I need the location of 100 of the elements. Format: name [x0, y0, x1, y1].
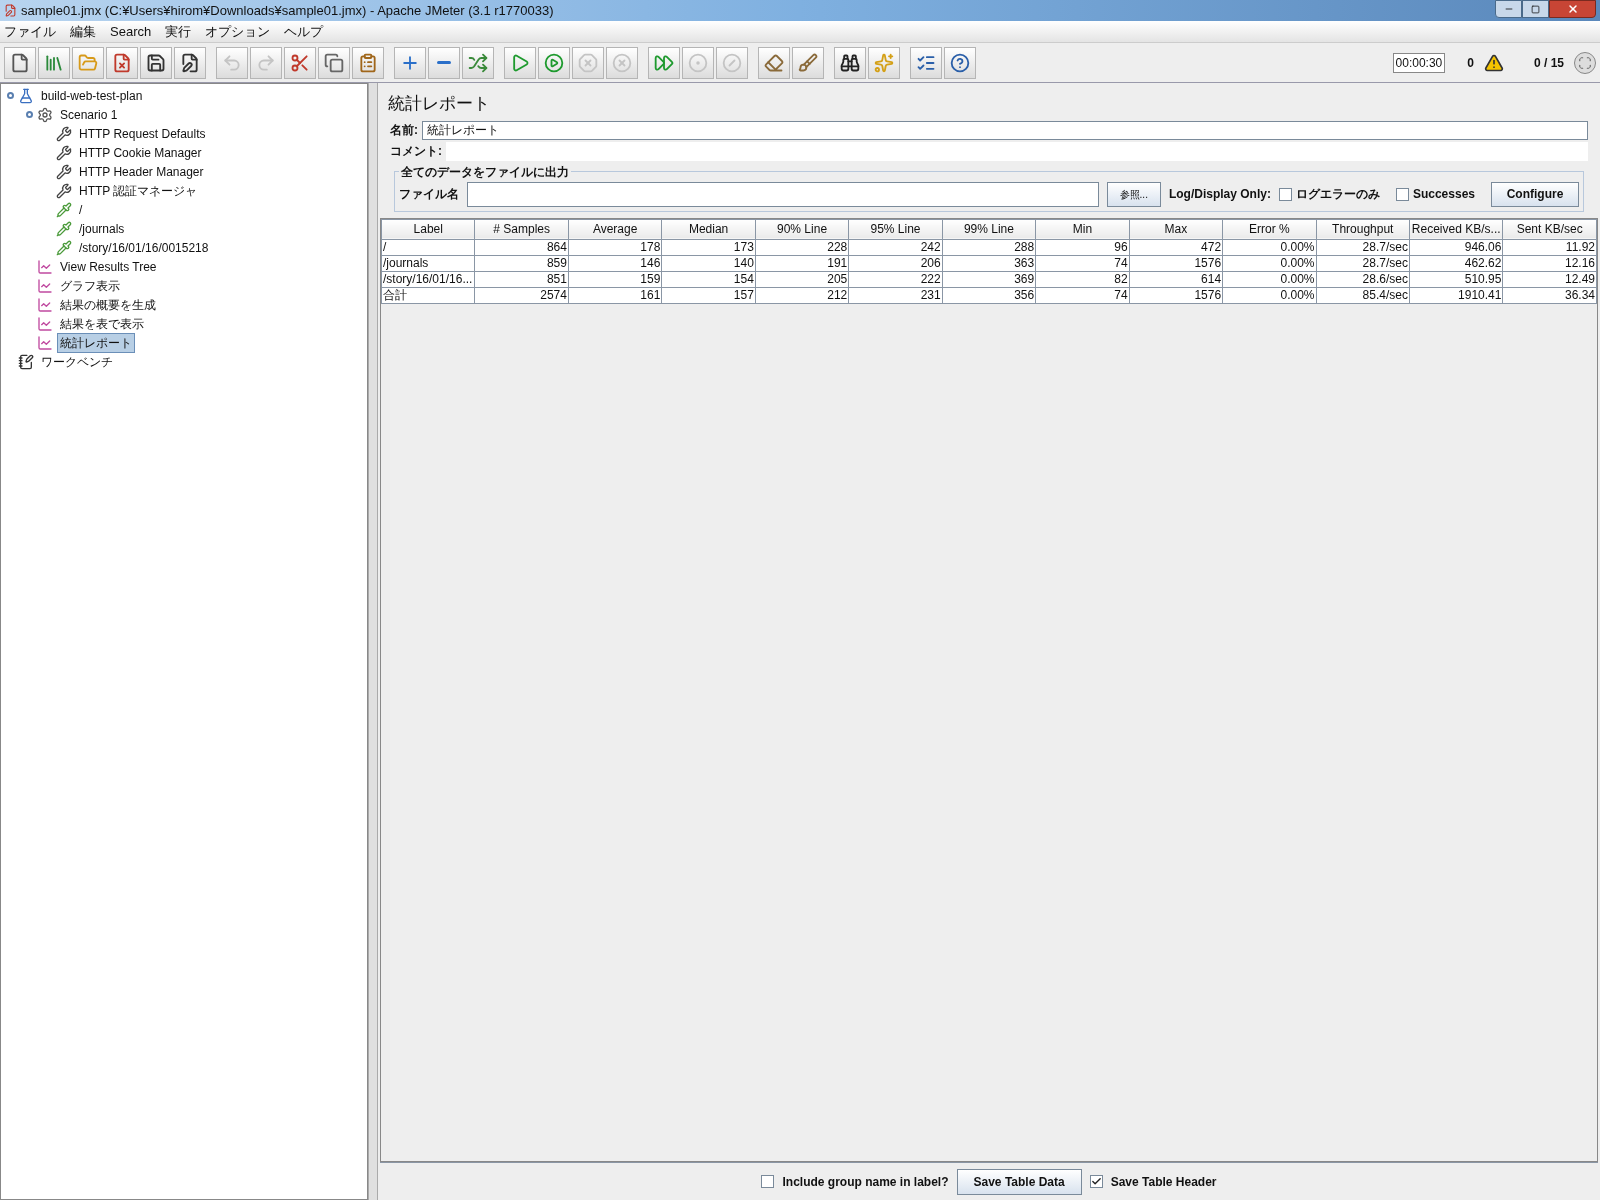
column-header[interactable]: Received KB/s... [1409, 219, 1503, 239]
toolbar-button[interactable] [834, 46, 866, 79]
timer-display: 00:00:30 [1392, 52, 1446, 73]
wrench-icon [56, 125, 72, 142]
column-header[interactable]: Min [1035, 219, 1130, 239]
checkbox[interactable] [1089, 1175, 1103, 1188]
toolbar-button[interactable] [910, 46, 942, 79]
menu-item[interactable]: ファイル [4, 21, 56, 42]
minimize-button[interactable] [1495, 0, 1522, 18]
wrench-icon [56, 144, 72, 161]
toolbar-button[interactable] [140, 46, 172, 79]
tree-item[interactable]: /story/16/01/16/0015218 [76, 237, 212, 258]
chart-icon [37, 334, 53, 351]
folder-icon [78, 52, 98, 73]
tree-item[interactable]: 結果の概要を生成 [57, 294, 159, 315]
tree-item[interactable]: View Results Tree [57, 256, 160, 277]
minus-icon [437, 61, 451, 64]
pipette-icon [56, 201, 72, 218]
tree-item[interactable]: HTTP Request Defaults [76, 123, 209, 144]
menu-item[interactable]: Search [110, 21, 152, 42]
copy-icon [324, 52, 344, 73]
column-header[interactable]: 95% Line [848, 219, 943, 239]
toolbar-button[interactable] [174, 46, 206, 79]
file-field[interactable] [467, 181, 1099, 207]
tree-item[interactable]: ワークベンチ [38, 351, 116, 372]
checkbox-label[interactable]: Include group name in label? [782, 1172, 949, 1191]
restore-button[interactable] [1522, 0, 1549, 18]
notebook-icon [18, 353, 34, 370]
chart-icon [37, 258, 53, 275]
chart-icon [37, 315, 53, 332]
menu-item[interactable]: 編集 [70, 21, 96, 42]
toggle-icon [468, 52, 488, 73]
column-header[interactable]: Throughput [1316, 219, 1410, 239]
help-icon [950, 52, 970, 73]
pipette-icon [56, 220, 72, 237]
column-header[interactable]: 99% Line [942, 219, 1036, 239]
menu-item[interactable]: 実行 [165, 21, 192, 42]
name-label: 名前: [390, 122, 418, 139]
remote-stop-icon [688, 52, 708, 73]
column-header[interactable]: Max [1129, 219, 1223, 239]
wrench-icon [56, 182, 72, 199]
menu-item[interactable]: ヘルプ [284, 21, 324, 42]
checkbox-label[interactable]: Successes [1412, 185, 1475, 203]
tree-item[interactable]: build-web-test-plan [38, 85, 146, 106]
column-header[interactable]: Label [381, 219, 475, 239]
tree-item[interactable]: HTTP Cookie Manager [76, 142, 205, 163]
cut-icon [290, 52, 310, 73]
play-icon [544, 52, 564, 73]
column-header[interactable]: Error % [1222, 219, 1317, 239]
file-label: ファイル名 [399, 186, 459, 203]
tree-item[interactable]: 統計レポート [57, 332, 135, 353]
chart-icon [37, 277, 53, 294]
paste-icon [358, 52, 378, 73]
column-header[interactable]: Median [661, 219, 756, 239]
panel-title: 統計レポート [387, 93, 491, 115]
stop-icon [578, 52, 598, 73]
column-header[interactable]: Sent KB/sec [1502, 219, 1597, 239]
checkbox[interactable] [761, 1175, 775, 1188]
toolbar-button[interactable] [944, 46, 976, 79]
save-as-icon [180, 52, 200, 73]
restore-icon [1531, 4, 1540, 14]
new-file-icon [10, 52, 30, 73]
checkbox-label[interactable]: ログエラーのみ [1295, 185, 1380, 203]
play-icon [510, 52, 530, 73]
log-display-label: Log/Display Only: [1168, 186, 1271, 203]
redo-icon [256, 52, 276, 73]
window-title: sample01.jmx (C:¥Users¥hirom¥Downloads¥sample01.jmx) - Apache JMeter (3.1 r1770033) [21, 1, 555, 20]
flask-icon [18, 87, 34, 104]
menu-item[interactable]: オプション [205, 21, 271, 42]
file-close-icon [112, 52, 132, 73]
close-icon [1566, 3, 1579, 15]
books-icon [44, 52, 64, 73]
group-title: 全てのデータをファイルに出力 [399, 162, 571, 181]
close-button[interactable] [1549, 0, 1596, 18]
expanded-handle-icon[interactable] [7, 92, 14, 99]
checkbox-label[interactable]: Save Table Header [1110, 1172, 1217, 1191]
tree-item[interactable]: / [76, 199, 86, 220]
tree-item[interactable]: HTTP Header Manager [76, 161, 207, 182]
tree-item[interactable]: Scenario 1 [57, 104, 121, 125]
comment-field[interactable] [446, 141, 1588, 161]
shutdown-icon [612, 52, 632, 73]
wrench-icon [56, 163, 72, 180]
column-header[interactable]: 90% Line [755, 219, 849, 239]
name-field[interactable]: 統計レポート [422, 120, 1588, 140]
configure-button[interactable]: Configure [1491, 181, 1579, 207]
tree-item[interactable]: 結果を表で表示 [57, 313, 147, 334]
expanded-handle-icon[interactable] [26, 111, 33, 118]
checkbox[interactable] [1278, 187, 1292, 201]
toolbar-button[interactable] [4, 46, 36, 79]
save-table-data-button[interactable]: Save Table Data [956, 1168, 1082, 1195]
tree-item[interactable]: /journals [76, 218, 128, 239]
checkbox[interactable] [1395, 187, 1409, 201]
column-header[interactable]: # Samples [474, 219, 569, 239]
tree-item[interactable]: HTTP 認証マネージャ [76, 180, 201, 201]
pipette-icon [56, 239, 72, 256]
gear-icon [37, 106, 53, 123]
remote-play-icon [654, 52, 674, 73]
column-header[interactable]: Average [568, 219, 662, 239]
tree-item[interactable]: グラフ表示 [57, 275, 123, 296]
browse-button[interactable]: 参照... [1106, 181, 1161, 207]
